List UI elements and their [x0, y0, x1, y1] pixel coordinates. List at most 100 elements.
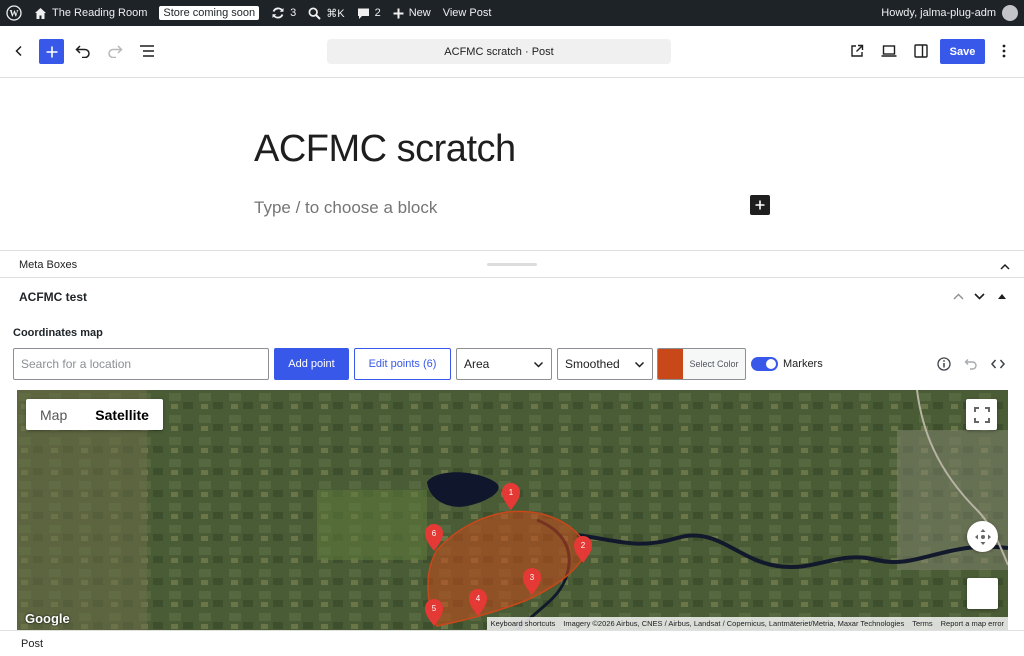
triangle-up-icon — [998, 294, 1006, 299]
add-block-button[interactable] — [750, 195, 770, 215]
map-type-map-button[interactable]: Map — [26, 399, 81, 430]
document-title-bar[interactable]: ACFMC scratch · Post — [327, 39, 671, 64]
info-icon — [937, 357, 951, 371]
color-picker[interactable]: Select Color — [657, 348, 746, 380]
new-content-link[interactable]: New — [387, 0, 437, 26]
plus-icon — [755, 200, 765, 210]
marker-label: 2 — [581, 541, 586, 550]
shape-type-select[interactable]: Area — [456, 348, 552, 380]
color-picker-label: Select Color — [689, 359, 739, 369]
undo-button[interactable] — [70, 38, 96, 64]
back-button[interactable] — [6, 38, 32, 64]
chevron-down-icon — [634, 361, 645, 368]
chevron-up-icon — [953, 293, 963, 299]
imagery-credit: Imagery ©2026 Airbus, CNES / Airbus, Lan… — [563, 619, 905, 628]
site-name-link[interactable]: The Reading Room — [28, 0, 153, 26]
view-post-link[interactable]: View Post — [437, 0, 498, 26]
add-point-button[interactable]: Add point — [274, 348, 349, 380]
move-up-button[interactable] — [950, 288, 966, 304]
pan-control[interactable] — [967, 521, 998, 552]
wordpress-logo-icon[interactable]: W — [0, 0, 28, 26]
updates-icon — [272, 7, 284, 19]
meta-boxes-label: Meta Boxes — [19, 259, 78, 271]
move-icon — [974, 528, 991, 545]
chevron-down-icon — [973, 292, 985, 300]
marker-label: 1 — [509, 488, 514, 497]
edit-points-button[interactable]: Edit points (6) — [354, 348, 451, 380]
panel-title: ACFMC test — [19, 290, 87, 304]
sidebar-icon — [914, 44, 928, 58]
info-button[interactable] — [936, 356, 952, 372]
store-badge: Store coming soon — [159, 6, 260, 20]
document-overview-button[interactable] — [134, 38, 160, 64]
updates-link[interactable]: 3 — [265, 0, 302, 26]
toggle-panel-button[interactable] — [994, 288, 1010, 304]
view-post-button[interactable] — [844, 38, 870, 64]
markers-label: Markers — [783, 358, 823, 370]
block-inserter-button[interactable] — [39, 39, 64, 64]
markers-toggle[interactable] — [751, 357, 778, 371]
comments-link[interactable]: 2 — [351, 0, 387, 26]
location-search-input[interactable] — [13, 348, 269, 380]
save-button[interactable]: Save — [940, 39, 985, 64]
breadcrumb[interactable]: Post — [21, 638, 43, 650]
line-style-select[interactable]: Smoothed — [557, 348, 653, 380]
site-name: The Reading Room — [52, 7, 148, 19]
terms-link[interactable]: Terms — [908, 617, 936, 630]
map-type-satellite-button[interactable]: Satellite — [81, 399, 163, 430]
view-post-label: View Post — [442, 7, 492, 19]
marker-label: 3 — [530, 573, 535, 582]
redo-button[interactable] — [102, 38, 128, 64]
map-type-control: Map Satellite — [26, 399, 163, 430]
chevron-left-icon — [15, 45, 22, 57]
marker-label: 6 — [432, 529, 437, 538]
marker-label: 4 — [476, 594, 481, 603]
fullscreen-button[interactable] — [966, 399, 997, 430]
fullscreen-icon — [973, 406, 990, 423]
command-shortcut: ⌘K — [326, 7, 345, 20]
updates-count: 3 — [290, 7, 297, 19]
desktop-icon — [881, 45, 897, 57]
code-icon — [991, 359, 1005, 369]
color-swatch — [658, 349, 683, 379]
street-view-button[interactable] — [967, 578, 998, 609]
editor-header: ACFMC scratch · Post Save — [0, 26, 1024, 78]
editor-footer: Post — [0, 630, 1024, 656]
keyboard-shortcuts-link[interactable]: Keyboard shortcuts — [487, 617, 560, 630]
command-palette-link[interactable]: ⌘K — [302, 0, 350, 26]
chevron-up-icon — [1000, 263, 1010, 270]
external-link-icon — [851, 44, 864, 57]
satellite-imagery: 1 2 3 4 5 6 — [17, 390, 1008, 630]
settings-sidebar-button[interactable] — [908, 38, 934, 64]
search-icon — [308, 7, 321, 20]
marker-label: 5 — [432, 604, 437, 613]
options-menu-button[interactable] — [991, 38, 1017, 64]
acf-panel-header: ACFMC test — [0, 278, 1024, 314]
chevron-down-icon — [533, 361, 544, 368]
preview-button[interactable] — [876, 38, 902, 64]
collapse-meta-button[interactable] — [1000, 257, 1010, 275]
meta-boxes-bar[interactable]: Meta Boxes — [0, 250, 1024, 278]
line-style-value: Smoothed — [565, 357, 620, 371]
redo-icon — [108, 45, 123, 58]
shape-type-value: Area — [464, 357, 490, 371]
resize-handle[interactable] — [487, 263, 537, 266]
avatar — [1002, 5, 1018, 21]
account-menu[interactable]: Howdy, jalma-plug-adm — [881, 0, 1018, 26]
post-title[interactable]: ACFMC scratch — [254, 128, 516, 171]
svg-text:W: W — [10, 9, 19, 19]
list-view-icon — [140, 45, 154, 57]
undo-icon — [964, 359, 977, 370]
undo-map-button[interactable] — [963, 356, 979, 372]
move-down-button[interactable] — [971, 288, 987, 304]
undo-icon — [75, 45, 90, 58]
store-badge-link[interactable]: Store coming soon — [153, 0, 265, 26]
block-placeholder[interactable]: Type / to choose a block — [254, 198, 437, 218]
code-view-button[interactable] — [990, 356, 1006, 372]
plus-icon — [393, 8, 404, 18]
coordinates-map[interactable]: 1 2 3 4 5 6 Map Satellite Google Keyboar… — [17, 390, 1008, 630]
comment-icon — [357, 8, 369, 19]
google-logo: Google — [25, 611, 70, 626]
new-label: New — [408, 7, 431, 19]
report-error-link[interactable]: Report a map error — [937, 617, 1008, 630]
